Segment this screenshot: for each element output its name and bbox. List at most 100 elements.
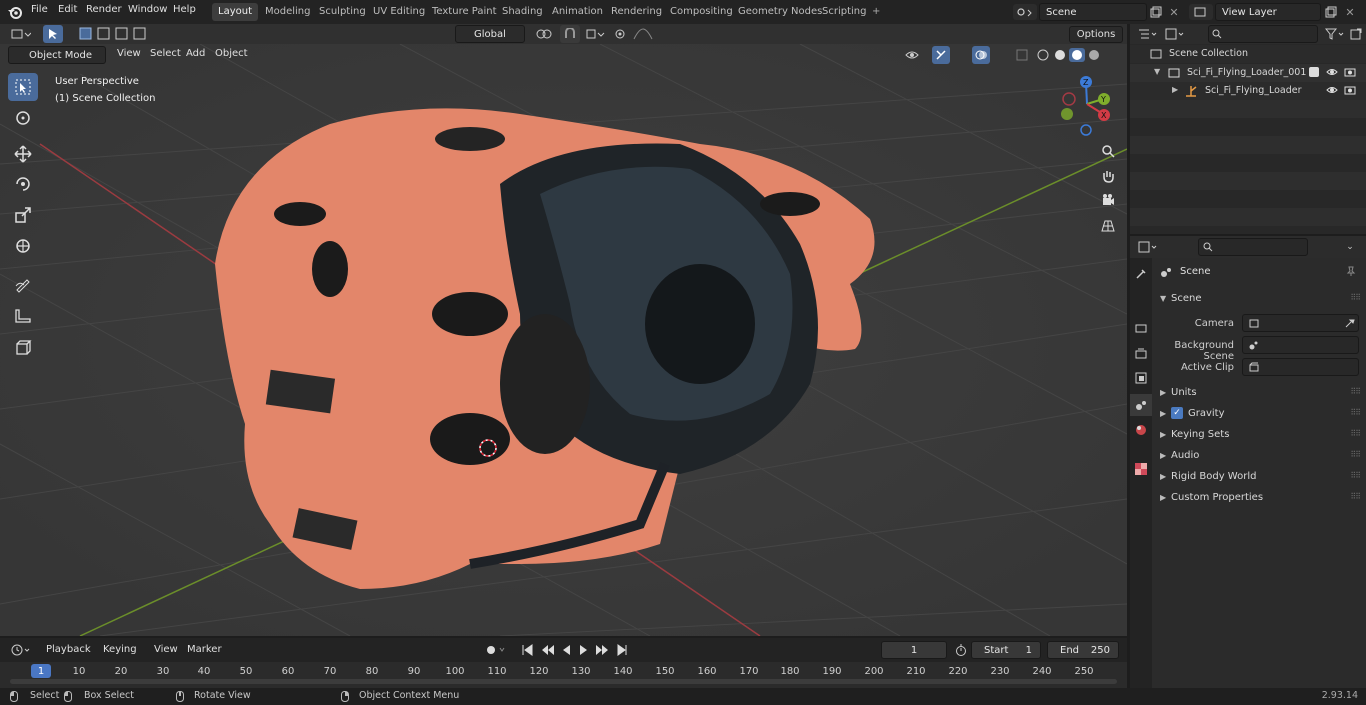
delete-scene-icon[interactable]: ✕ (1166, 4, 1182, 20)
menu-edit[interactable]: Edit (58, 4, 77, 15)
drag-handle-icon[interactable]: ⠿⠿ (1350, 450, 1361, 459)
outliner-row-object[interactable]: ▶ Sci_Fi_Flying_Loader (1130, 82, 1366, 100)
scene-tab-icon[interactable] (1130, 394, 1152, 416)
visibility-icon[interactable] (902, 46, 928, 64)
gravity-section[interactable]: ▶ ✓ Gravity ⠿⠿ (1156, 405, 1366, 425)
render-tab-icon[interactable] (1133, 320, 1149, 336)
tool-tab-icon[interactable] (1133, 266, 1149, 282)
tab-uv-editing[interactable]: UV Editing (367, 3, 431, 21)
view-layer-selector-icon[interactable] (1189, 4, 1213, 20)
menu-render[interactable]: Render (86, 4, 122, 15)
background-scene-field[interactable] (1242, 336, 1359, 354)
rotate-tool-icon[interactable] (8, 170, 38, 198)
keying-sets-section[interactable]: ▶ Keying Sets ⠿⠿ (1156, 426, 1366, 446)
stopwatch-icon[interactable] (953, 642, 969, 658)
shading-mode-icons[interactable] (1035, 46, 1107, 64)
new-collection-icon[interactable] (1348, 26, 1364, 42)
include-checkbox[interactable] (1309, 67, 1319, 77)
object-mode-dropdown[interactable]: Object Mode (8, 46, 106, 64)
perspective-toggle-icon[interactable] (1097, 216, 1119, 236)
cursor-tool-icon[interactable] (8, 104, 38, 132)
new-scene-icon[interactable] (1148, 4, 1164, 20)
tab-animation[interactable]: Animation (546, 3, 609, 21)
selection-mode-icons[interactable] (78, 25, 156, 43)
3d-viewport[interactable]: User Perspective (1) Scene Collection Z … (0, 44, 1127, 636)
eye-visibility-icon[interactable] (1326, 66, 1338, 81)
tab-sculpting[interactable]: Sculpting (313, 3, 372, 21)
tab-rendering[interactable]: Rendering (605, 3, 668, 21)
drag-handle-icon[interactable]: ⠿⠿ (1350, 492, 1361, 501)
timeline-scrollbar[interactable] (10, 679, 1117, 684)
drag-handle-icon[interactable]: ⠿⠿ (1350, 429, 1361, 438)
scale-tool-icon[interactable] (8, 201, 38, 229)
select-tool-icon[interactable] (43, 25, 63, 43)
editor-type-icon[interactable] (8, 25, 34, 43)
viewport-menu-view[interactable]: View (117, 48, 141, 59)
outliner-editor-icon[interactable] (1136, 26, 1160, 42)
pin-icon[interactable] (1344, 264, 1358, 278)
texture-tab-icon[interactable] (1133, 461, 1149, 477)
pan-hand-icon[interactable] (1097, 166, 1119, 186)
output-tab-icon[interactable] (1133, 345, 1149, 361)
camera-view-icon[interactable] (1097, 190, 1119, 210)
transform-tool-icon[interactable] (8, 232, 38, 260)
tab-modeling[interactable]: Modeling (259, 3, 317, 21)
tab-texture-paint[interactable]: Texture Paint (426, 3, 503, 21)
camera-field[interactable] (1242, 314, 1359, 332)
timeline-editor-icon[interactable] (8, 641, 34, 659)
view-layer-tab-icon[interactable] (1133, 370, 1149, 386)
scene-name-field[interactable]: Scene (1039, 3, 1147, 21)
options-dropdown[interactable]: Options (1069, 26, 1123, 43)
eye-visibility-icon[interactable] (1326, 84, 1338, 99)
pivot-point-icon[interactable] (532, 25, 556, 43)
overlays-toggle-icon[interactable] (972, 46, 990, 64)
chevron-down-icon[interactable]: ⌄ (1340, 239, 1360, 255)
gizmo-toggle-icon[interactable] (932, 46, 950, 64)
menu-file[interactable]: File (31, 4, 48, 15)
add-workspace-button[interactable]: + (866, 3, 886, 21)
menu-window[interactable]: Window (128, 4, 167, 15)
timeline-menu-marker[interactable]: Marker (187, 644, 222, 655)
drag-handle-icon[interactable]: ⠿⠿ (1350, 293, 1361, 302)
active-clip-field[interactable] (1242, 358, 1359, 376)
delete-view-layer-icon[interactable]: ✕ (1342, 4, 1358, 20)
outliner-search-input[interactable] (1208, 25, 1318, 43)
playback-controls[interactable] (520, 641, 630, 659)
transform-orientation-dropdown[interactable]: Global (455, 25, 525, 43)
display-mode-icon[interactable] (1163, 26, 1187, 42)
rigid-body-world-section[interactable]: ▶ Rigid Body World ⠿⠿ (1156, 468, 1366, 488)
move-tool-icon[interactable] (8, 140, 38, 168)
collapse-arrow-icon[interactable]: ▶ (1172, 85, 1178, 94)
scene-selector-icon[interactable] (1013, 4, 1037, 20)
timeline-menu-view[interactable]: View (154, 644, 178, 655)
viewport-menu-select[interactable]: Select (150, 48, 181, 59)
current-frame-field[interactable]: 1 (881, 641, 947, 659)
add-cube-tool-icon[interactable] (8, 334, 38, 362)
xray-toggle-icon[interactable] (1014, 46, 1030, 64)
drag-handle-icon[interactable]: ⠿⠿ (1350, 408, 1361, 417)
snap-icon[interactable] (560, 25, 580, 43)
measure-tool-icon[interactable] (8, 301, 38, 329)
custom-properties-section[interactable]: ▶ Custom Properties ⠿⠿ (1156, 489, 1366, 509)
select-box-tool-icon[interactable] (8, 73, 38, 101)
expand-arrow-icon[interactable]: ▼ (1154, 67, 1160, 76)
timeline-menu-keying[interactable]: Keying (103, 644, 137, 655)
tab-compositing[interactable]: Compositing (664, 3, 739, 21)
timeline-menu-playback[interactable]: Playback (46, 644, 91, 655)
record-button[interactable] (481, 641, 511, 659)
scene-panel-header[interactable]: ▼ Scene ⠿⠿ (1156, 290, 1366, 310)
filter-icon[interactable] (1323, 26, 1347, 42)
snap-target-icon[interactable] (582, 25, 608, 43)
navigation-gizmo[interactable]: Z Y X (1055, 74, 1125, 139)
tab-scripting[interactable]: Scripting (816, 3, 872, 21)
eyedropper-icon[interactable] (1344, 317, 1356, 329)
outliner-row-collection[interactable]: ▼ Sci_Fi_Flying_Loader_001 (1130, 64, 1366, 82)
sci-fi-flying-loader-model[interactable] (0, 44, 1127, 636)
menu-help[interactable]: Help (173, 4, 196, 15)
view-layer-field[interactable]: View Layer (1215, 3, 1321, 21)
gravity-checkbox[interactable]: ✓ (1171, 407, 1183, 419)
audio-section[interactable]: ▶ Audio ⠿⠿ (1156, 447, 1366, 467)
viewport-menu-add[interactable]: Add (186, 48, 205, 59)
tab-layout[interactable]: Layout (212, 3, 258, 21)
properties-editor-icon[interactable] (1136, 239, 1160, 255)
